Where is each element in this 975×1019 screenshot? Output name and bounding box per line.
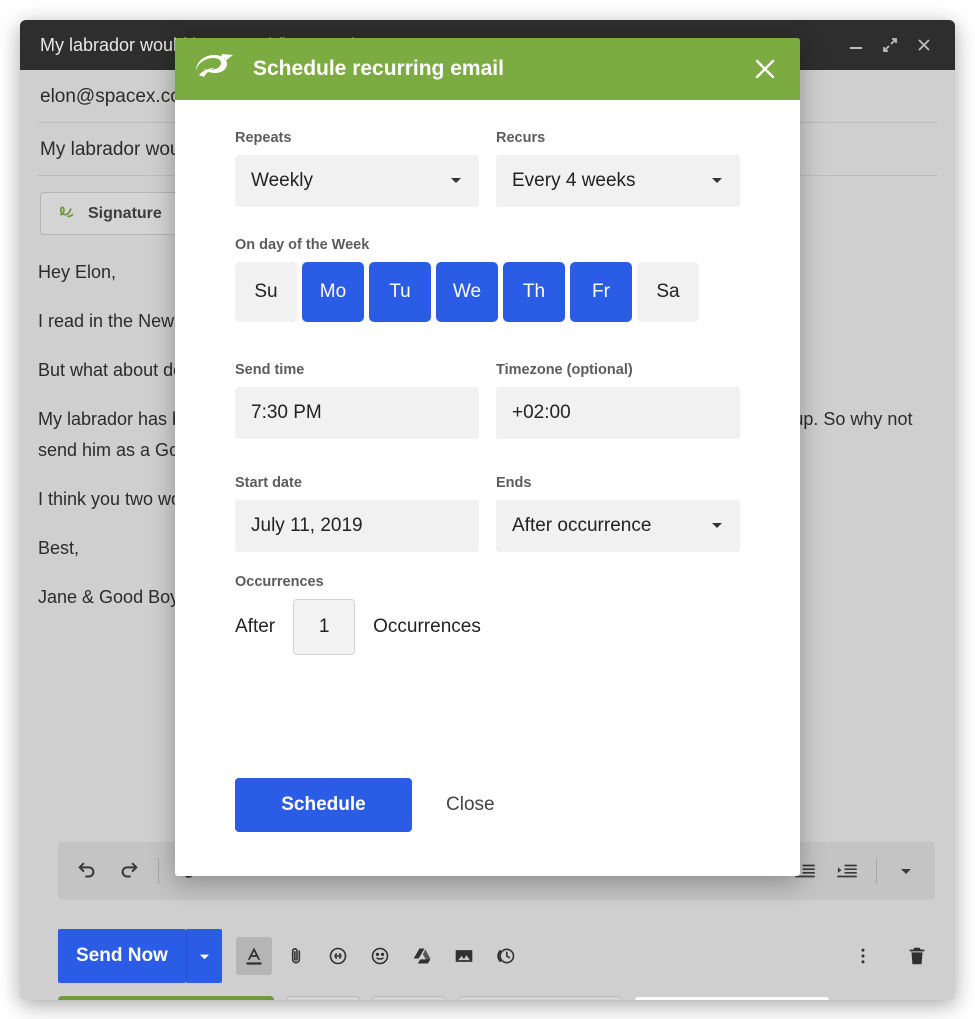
start-date-value: July 11, 2019 xyxy=(251,515,463,537)
chevron-down-icon xyxy=(710,173,724,190)
day-label: Sa xyxy=(656,281,679,303)
day-toggle-su[interactable]: Su xyxy=(235,262,297,322)
right-tool-group xyxy=(845,937,935,975)
occurrences-value: 1 xyxy=(319,616,330,638)
day-toggle-fr[interactable]: Fr xyxy=(570,262,632,322)
repeats-recurs-row: Repeats Weekly Recurs Every 4 weeks xyxy=(235,130,740,207)
send-row: Send Now xyxy=(58,928,935,984)
recurs-value: Every 4 weeks xyxy=(512,170,710,192)
day-label: Tu xyxy=(389,281,410,303)
days-row: Su Mo Tu We Th Fr Sa xyxy=(235,262,740,322)
templates-button[interactable] xyxy=(372,996,446,1000)
start-ends-row: Start date July 11, 2019 Ends After occu… xyxy=(235,475,740,552)
toolbar-divider xyxy=(158,858,159,884)
recurs-label: Recurs xyxy=(496,130,740,146)
close-icon[interactable] xyxy=(907,28,941,62)
compose-icon-group xyxy=(236,937,524,975)
undo-icon[interactable] xyxy=(68,851,106,891)
repeats-group: Repeats Weekly xyxy=(235,130,479,207)
timezone-label: Timezone (optional) xyxy=(496,362,740,378)
dialog-body: Repeats Weekly Recurs Every 4 weeks xyxy=(175,100,800,778)
recurs-select[interactable]: Every 4 weeks xyxy=(496,155,740,207)
send-time-label: Send time xyxy=(235,362,479,378)
timezone-group: Timezone (optional) +02:00 xyxy=(496,362,740,439)
day-label: Su xyxy=(254,281,277,303)
emoji-icon[interactable] xyxy=(362,937,398,975)
day-toggle-tu[interactable]: Tu xyxy=(369,262,431,322)
day-toggle-mo[interactable]: Mo xyxy=(302,262,364,322)
chevron-down-icon xyxy=(449,173,463,190)
time-timezone-row: Send time 7:30 PM Timezone (optional) +0… xyxy=(235,362,740,439)
occurrences-row: After 1 Occurrences xyxy=(235,599,740,655)
send-now-button[interactable]: Send Now xyxy=(58,929,186,983)
signature-chip[interactable]: Signature xyxy=(40,192,179,235)
timezone-value: +02:00 xyxy=(512,402,724,424)
image-icon[interactable] xyxy=(446,937,482,975)
day-label: We xyxy=(453,281,481,303)
toolbar-divider xyxy=(876,858,877,884)
recurs-group: Recurs Every 4 weeks xyxy=(496,130,740,207)
day-toggle-th[interactable]: Th xyxy=(503,262,565,322)
text-color-icon[interactable] xyxy=(236,937,272,975)
ends-group: Ends After occurrence xyxy=(496,475,740,552)
boomerang-logo-icon xyxy=(193,51,235,88)
repeats-label: Repeats xyxy=(235,130,479,146)
ends-label: Ends xyxy=(496,475,740,491)
close-icon[interactable] xyxy=(752,56,778,82)
redo-icon[interactable] xyxy=(110,851,148,891)
trash-icon[interactable] xyxy=(899,937,935,975)
reminder-button[interactable]: Reminder xyxy=(458,996,622,1000)
close-button[interactable]: Close xyxy=(434,784,507,826)
schedule-icon[interactable] xyxy=(488,937,524,975)
occurrences-prefix: After xyxy=(235,616,275,638)
repeats-select[interactable]: Weekly xyxy=(235,155,479,207)
occurrences-group: Occurrences After 1 Occurrences xyxy=(235,574,740,655)
dialog-header: Schedule recurring email xyxy=(175,38,800,100)
addons-button[interactable] xyxy=(286,996,360,1000)
send-now-dropdown-icon[interactable] xyxy=(186,929,222,983)
days-of-week-group: On day of the Week Su Mo Tu We Th Fr Sa xyxy=(235,237,740,322)
start-date-label: Start date xyxy=(235,475,479,491)
recurring-button[interactable]: Recurring xyxy=(634,996,830,1000)
day-toggle-we[interactable]: We xyxy=(436,262,498,322)
chevron-down-icon xyxy=(710,518,724,535)
ends-select[interactable]: After occurrence xyxy=(496,500,740,552)
attach-icon[interactable] xyxy=(278,937,314,975)
signature-icon xyxy=(57,202,79,225)
repeats-value: Weekly xyxy=(251,170,449,192)
link-icon[interactable] xyxy=(320,937,356,975)
dialog-footer: Schedule Close xyxy=(175,778,800,876)
dialog-title: Schedule recurring email xyxy=(253,57,734,81)
expand-icon[interactable] xyxy=(873,28,907,62)
day-label: Fr xyxy=(592,281,610,303)
occurrences-label: Occurrences xyxy=(235,574,740,590)
day-label: Mo xyxy=(320,281,346,303)
start-date-input[interactable]: July 11, 2019 xyxy=(235,500,479,552)
drive-icon[interactable] xyxy=(404,937,440,975)
timezone-input[interactable]: +02:00 xyxy=(496,387,740,439)
more-vertical-icon[interactable] xyxy=(845,937,881,975)
schedule-recurring-dialog: Schedule recurring email Repeats Weekly … xyxy=(175,38,800,876)
minimize-icon[interactable] xyxy=(839,28,873,62)
chevron-down-icon[interactable] xyxy=(887,851,925,891)
schedule-button[interactable]: Schedule xyxy=(235,778,412,832)
days-label: On day of the Week xyxy=(235,237,740,253)
boomerang-action-row: Send Later xyxy=(58,996,830,1000)
day-toggle-sa[interactable]: Sa xyxy=(637,262,699,322)
send-later-button[interactable]: Send Later xyxy=(58,996,274,1000)
occurrences-suffix: Occurrences xyxy=(373,616,481,638)
signature-label: Signature xyxy=(88,205,162,223)
ends-value: After occurrence xyxy=(512,515,710,537)
indent-icon[interactable] xyxy=(828,851,866,891)
day-label: Th xyxy=(523,281,545,303)
send-time-group: Send time 7:30 PM xyxy=(235,362,479,439)
send-time-input[interactable]: 7:30 PM xyxy=(235,387,479,439)
send-time-value: 7:30 PM xyxy=(251,402,463,424)
occurrences-input[interactable]: 1 xyxy=(293,599,355,655)
start-date-group: Start date July 11, 2019 xyxy=(235,475,479,552)
